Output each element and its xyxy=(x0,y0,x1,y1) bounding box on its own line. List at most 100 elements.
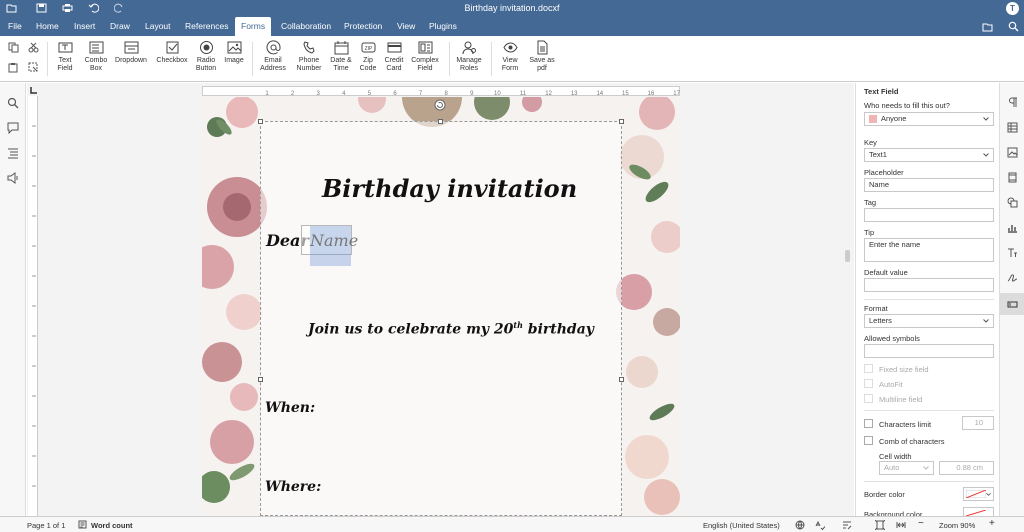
comb-label: Comb of characters xyxy=(879,437,945,446)
tab-file[interactable]: File xyxy=(2,17,28,36)
header-footer-settings-icon[interactable] xyxy=(1007,172,1018,183)
key-select[interactable]: Text1 xyxy=(864,148,994,162)
allowed-symbols-input[interactable] xyxy=(864,344,994,358)
credit-card-button[interactable]: Credit Card xyxy=(382,40,406,73)
resize-handle[interactable] xyxy=(619,377,624,382)
track-changes-icon[interactable] xyxy=(842,520,852,530)
chevron-down-icon xyxy=(986,492,991,496)
key-value: Text1 xyxy=(869,150,887,159)
paste-icon[interactable] xyxy=(8,62,19,73)
resize-handle[interactable] xyxy=(619,119,624,124)
cut-icon[interactable] xyxy=(28,42,39,53)
tab-references[interactable]: References xyxy=(179,17,234,36)
complex-field-button[interactable]: Complex Field xyxy=(409,40,441,73)
zoom-out-button[interactable]: − xyxy=(918,518,924,529)
role-select[interactable]: Anyone xyxy=(864,112,994,126)
rotate-handle-icon[interactable] xyxy=(434,99,446,111)
table-settings-icon[interactable] xyxy=(1007,122,1018,133)
tag-input[interactable] xyxy=(864,208,994,222)
resize-handle[interactable] xyxy=(258,119,263,124)
autofit-checkbox[interactable] xyxy=(864,379,873,388)
tab-collaboration[interactable]: Collaboration xyxy=(275,17,337,36)
phone-number-button[interactable]: Phone Number xyxy=(294,40,324,73)
border-color-picker[interactable] xyxy=(963,487,994,501)
tab-layout[interactable]: Layout xyxy=(139,17,177,36)
tab-insert[interactable]: Insert xyxy=(68,17,101,36)
when-label: When: xyxy=(265,400,316,416)
fixed-size-checkbox[interactable] xyxy=(864,364,873,373)
paragraph-settings-icon[interactable] xyxy=(1007,97,1018,108)
combo-box-icon xyxy=(89,41,103,54)
combo-box-button[interactable]: Combo Box xyxy=(82,40,110,73)
tab-draw[interactable]: Draw xyxy=(104,17,136,36)
vertical-ruler[interactable] xyxy=(28,96,38,516)
chart-settings-icon[interactable] xyxy=(1007,222,1018,233)
radio-button-button[interactable]: Radio Button xyxy=(193,40,219,73)
background-color-picker[interactable] xyxy=(963,507,994,516)
tip-textarea[interactable]: Enter the name xyxy=(864,238,994,262)
date-time-label: Date & Time xyxy=(330,57,352,72)
spell-check-icon[interactable] xyxy=(815,520,825,530)
word-count-button[interactable]: Word count xyxy=(91,521,133,530)
complex-field-icon xyxy=(418,41,432,54)
cell-width-mode-select[interactable]: Auto xyxy=(879,461,934,475)
menu-bar: File Home Insert Draw Layout References … xyxy=(0,17,1024,36)
tab-home[interactable]: Home xyxy=(30,17,65,36)
view-form-button[interactable]: View Form xyxy=(496,40,524,73)
cell-width-spinner[interactable]: 0.88 cm xyxy=(939,461,994,475)
horizontal-ruler[interactable]: 1 2 3 4 5 6 7 8 9 10 11 12 13 14 15 16 17 xyxy=(202,86,681,97)
email-address-button[interactable]: Email Address xyxy=(258,40,288,73)
tab-protection[interactable]: Protection xyxy=(338,17,388,36)
page-indicator[interactable]: Page 1 of 1 xyxy=(27,521,65,530)
feedback-icon[interactable] xyxy=(7,172,19,184)
signature-settings-icon[interactable] xyxy=(1007,272,1018,283)
default-value-input[interactable] xyxy=(864,278,994,292)
zoom-in-button[interactable]: + xyxy=(989,518,995,529)
manage-roles-button[interactable]: Manage Roles xyxy=(453,40,485,73)
resize-handle[interactable] xyxy=(438,119,443,124)
checkbox-icon xyxy=(166,41,178,54)
avatar[interactable]: T xyxy=(1006,2,1019,15)
name-field-placeholder[interactable]: Name xyxy=(310,231,358,250)
dropdown-button[interactable]: Dropdown xyxy=(114,40,148,65)
resize-handle[interactable] xyxy=(258,377,263,382)
panel-divider xyxy=(864,481,994,482)
search-icon[interactable] xyxy=(1008,21,1019,32)
zoom-level[interactable]: Zoom 90% xyxy=(939,521,975,530)
characters-limit-checkbox[interactable] xyxy=(864,419,873,428)
invitation-heading: Birthday invitation xyxy=(322,174,578,203)
tab-view[interactable]: View xyxy=(391,17,421,36)
placeholder-input[interactable]: Name xyxy=(864,178,994,192)
multiline-checkbox[interactable] xyxy=(864,394,873,403)
search-icon[interactable] xyxy=(7,97,19,109)
tab-plugins[interactable]: Plugins xyxy=(423,17,463,36)
left-sidebar xyxy=(0,83,26,516)
zip-code-button[interactable]: ZIP Zip Code xyxy=(357,40,379,73)
image-settings-icon[interactable] xyxy=(1007,147,1018,158)
date-time-button[interactable]: Date & Time xyxy=(328,40,354,73)
select-all-icon[interactable] xyxy=(28,62,39,73)
comment-icon[interactable] xyxy=(7,122,19,134)
copy-icon[interactable] xyxy=(8,42,19,53)
tab-forms[interactable]: Forms xyxy=(235,17,272,36)
text-field-button[interactable]: Text Field xyxy=(52,40,78,73)
vertical-scrollbar[interactable] xyxy=(844,90,852,516)
shape-settings-icon[interactable] xyxy=(1007,197,1018,208)
text-art-settings-icon[interactable] xyxy=(1007,247,1018,258)
comb-checkbox[interactable] xyxy=(864,436,873,445)
open-location-icon[interactable] xyxy=(982,21,993,32)
language-selector[interactable]: English (United States) xyxy=(703,521,780,530)
save-as-pdf-button[interactable]: Save as pdf xyxy=(527,40,557,73)
navigation-icon[interactable] xyxy=(7,147,19,159)
characters-limit-spinner[interactable]: 10 xyxy=(962,416,994,430)
fit-width-icon[interactable] xyxy=(896,520,906,530)
image-button[interactable]: Image xyxy=(222,40,246,65)
scrollbar-thumb[interactable] xyxy=(845,250,850,262)
fit-page-icon[interactable] xyxy=(875,520,885,530)
globe-icon[interactable] xyxy=(795,520,805,530)
radio-button-icon xyxy=(199,41,213,54)
format-select[interactable]: Letters xyxy=(864,314,994,328)
checkbox-button[interactable]: Checkbox xyxy=(154,40,190,65)
form-settings-tab-active[interactable] xyxy=(1000,293,1024,315)
tab-stop-icon[interactable] xyxy=(29,86,38,95)
